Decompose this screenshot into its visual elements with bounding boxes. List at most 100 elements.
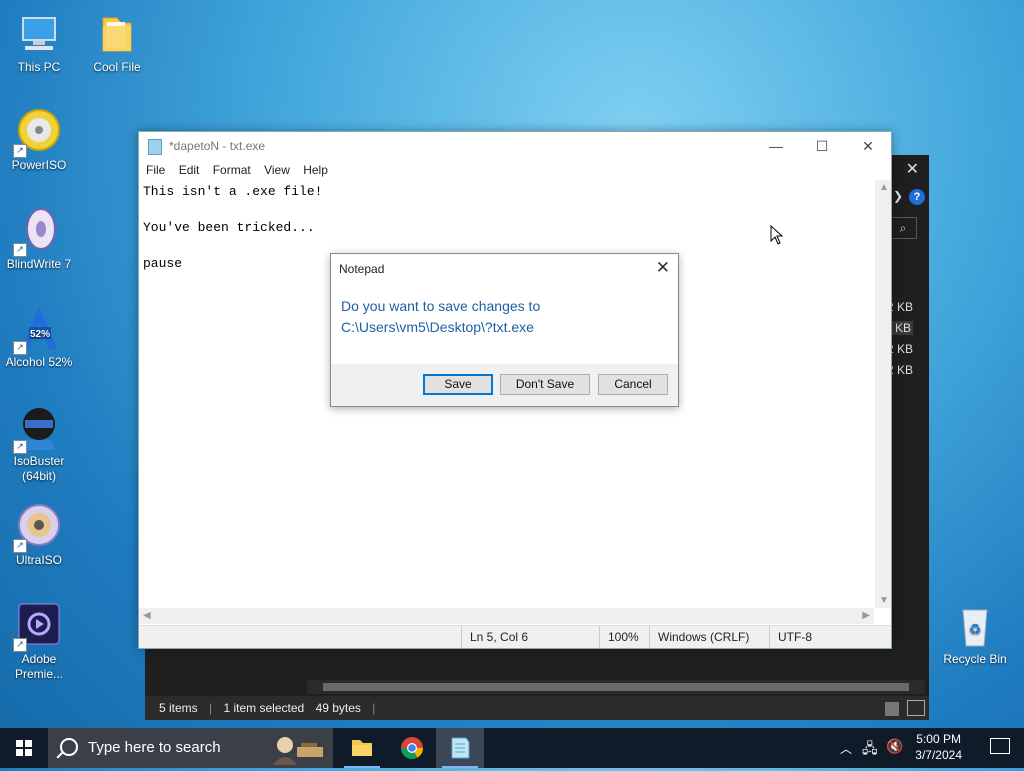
status-bar: Ln 5, Col 6 100% Windows (CRLF) UTF-8 (139, 625, 891, 648)
chevron-down-icon[interactable]: ❯ (893, 189, 903, 203)
notepad-icon (148, 139, 162, 155)
notepad-icon (451, 737, 470, 759)
notifications-icon[interactable] (990, 738, 1010, 754)
dialog-message: Do you want to save changes to C:\Users\… (341, 296, 540, 338)
desktop-icon-adobe-premiere[interactable]: ↗ Adobe Premie... (2, 602, 76, 682)
computer-icon (15, 10, 63, 58)
folder-icon (352, 740, 372, 756)
help-icon[interactable]: ? (909, 189, 925, 205)
desktop-icon-cool-file[interactable]: Cool File (80, 10, 154, 75)
shortcut-arrow-icon: ↗ (13, 539, 27, 553)
svg-text:♻: ♻ (969, 622, 982, 638)
folder-icon (93, 10, 141, 58)
line-ending: Windows (CRLF) (649, 626, 768, 648)
shortcut-arrow-icon: ↗ (13, 638, 27, 652)
start-button[interactable] (0, 728, 48, 768)
large-icons-view-icon[interactable] (907, 700, 925, 716)
save-changes-dialog[interactable]: Notepad ✕ Do you want to save changes to… (330, 253, 679, 407)
premiere-icon: ↗ (13, 602, 63, 652)
network-icon[interactable]: 🖧 (862, 738, 878, 762)
desktop-icon-label: Adobe Premie... (14, 652, 63, 681)
system-tray: ︿ 🖧 🔇 (836, 728, 916, 768)
desktop-icon-label: IsoBuster (64bit) (13, 454, 65, 483)
scroll-up-icon[interactable]: ▲ (879, 182, 889, 193)
desktop-icon-label: Recycle Bin (943, 652, 1007, 666)
horizontal-scrollbar[interactable] (307, 680, 925, 694)
desktop-icon-isobuster[interactable]: ↗ IsoBuster (64bit) (2, 404, 76, 484)
desktop-icon-label: Cool File (93, 60, 141, 74)
svg-text:52%: 52% (30, 329, 50, 340)
cursor-position: Ln 5, Col 6 (461, 626, 600, 648)
close-button[interactable]: ✕ (845, 132, 891, 160)
minimize-button[interactable]: — (753, 132, 799, 160)
desktop-icon-label: UltraISO (15, 553, 62, 567)
title-bar[interactable]: *dapetoN - txt.exe — ☐ ✕ (139, 132, 891, 160)
menu-file[interactable]: File (146, 160, 165, 180)
vertical-scrollbar[interactable]: ▲ ▼ (875, 180, 891, 608)
shortcut-arrow-icon: ↗ (13, 243, 27, 257)
desktop-icon-poweriso[interactable]: ↗ PowerISO (2, 108, 76, 173)
horizontal-scrollbar[interactable]: ◀ ▶ (139, 608, 874, 624)
desktop-icon-recycle-bin[interactable]: ♻ Recycle Bin (938, 602, 1012, 667)
zoom-level: 100% (599, 626, 656, 648)
scrollbar-thumb[interactable] (323, 683, 909, 691)
search-placeholder: Type here to search (88, 739, 221, 756)
blindwrite-disc-icon: ↗ (13, 207, 63, 257)
selection-info: 1 item selected (223, 701, 305, 715)
chevron-up-icon[interactable]: ︿ (840, 740, 852, 757)
taskbar-search-box[interactable]: Type here to search (48, 728, 333, 768)
desktop-icon-blindwrite[interactable]: ↗ BlindWrite 7 (2, 207, 76, 272)
window-title: *dapetoN - txt.exe (169, 139, 266, 153)
search-icon (60, 738, 78, 756)
scroll-left-icon[interactable]: ◀ (143, 610, 151, 621)
isobuster-icon: ↗ (13, 404, 63, 454)
dont-save-button[interactable]: Don't Save (500, 374, 590, 395)
menu-view[interactable]: View (264, 160, 290, 180)
maximize-button[interactable]: ☐ (799, 132, 845, 160)
shortcut-arrow-icon: ↗ (13, 341, 27, 355)
scroll-down-icon[interactable]: ▼ (879, 595, 889, 606)
chrome-icon (401, 737, 423, 759)
ultraiso-disc-icon: ↗ (13, 503, 63, 553)
volume-muted-icon[interactable]: 🔇 (886, 738, 903, 755)
taskbar-notepad[interactable] (436, 728, 484, 768)
dialog-message-line: Do you want to save changes to (341, 298, 541, 314)
poweriso-disc-icon: ↗ (13, 108, 63, 158)
desktop-icon-this-pc[interactable]: This PC (2, 10, 76, 75)
desktop-icon-label: BlindWrite 7 (6, 257, 72, 271)
clock[interactable]: 5:00 PM 3/7/2024 (915, 731, 962, 763)
cancel-button[interactable]: Cancel (598, 374, 668, 395)
explorer-status-bar: 5 items | 1 item selected 49 bytes | (145, 696, 929, 720)
desktop-icon-ultraiso[interactable]: ↗ UltraISO (2, 503, 76, 568)
menu-format[interactable]: Format (213, 160, 251, 180)
taskbar-file-explorer[interactable] (338, 728, 386, 768)
clock-date: 3/7/2024 (915, 748, 962, 762)
taskbar: Type here to search ︿ 🖧 🔇 5:00 PM 3/7/20… (0, 728, 1024, 768)
alcohol-icon: 52% ↗ (13, 305, 63, 355)
mouse-cursor-icon (770, 224, 784, 248)
save-button[interactable]: Save (423, 374, 493, 395)
recycle-bin-icon: ♻ (951, 602, 999, 650)
windows-logo-icon (16, 740, 32, 756)
menu-bar: File Edit Format View Help (139, 160, 891, 180)
desktop-icon-label: Alcohol 52% (5, 355, 73, 369)
item-count: 5 items (159, 701, 198, 715)
dialog-title: Notepad (339, 262, 385, 276)
desktop-icon-label: PowerISO (11, 158, 67, 172)
dialog-message-path: C:\Users\vm5\Desktop\?txt.exe (341, 319, 534, 335)
selection-size: 49 bytes (315, 701, 361, 715)
desktop-icon-alcohol[interactable]: 52% ↗ Alcohol 52% (2, 305, 76, 370)
close-icon[interactable]: ✕ (906, 159, 919, 179)
taskbar-chrome[interactable] (388, 728, 436, 768)
close-icon[interactable]: ✕ (656, 258, 670, 278)
clock-time: 5:00 PM (916, 732, 961, 746)
encoding: UTF-8 (769, 626, 878, 648)
search-icon[interactable]: ⌕ (889, 217, 917, 239)
search-highlight-icon (267, 731, 329, 765)
menu-edit[interactable]: Edit (179, 160, 200, 180)
dialog-button-bar: Save Don't Save Cancel (331, 364, 678, 406)
scroll-right-icon[interactable]: ▶ (862, 610, 870, 621)
menu-help[interactable]: Help (303, 160, 328, 180)
details-view-icon[interactable] (885, 702, 899, 716)
shortcut-arrow-icon: ↗ (13, 440, 27, 454)
